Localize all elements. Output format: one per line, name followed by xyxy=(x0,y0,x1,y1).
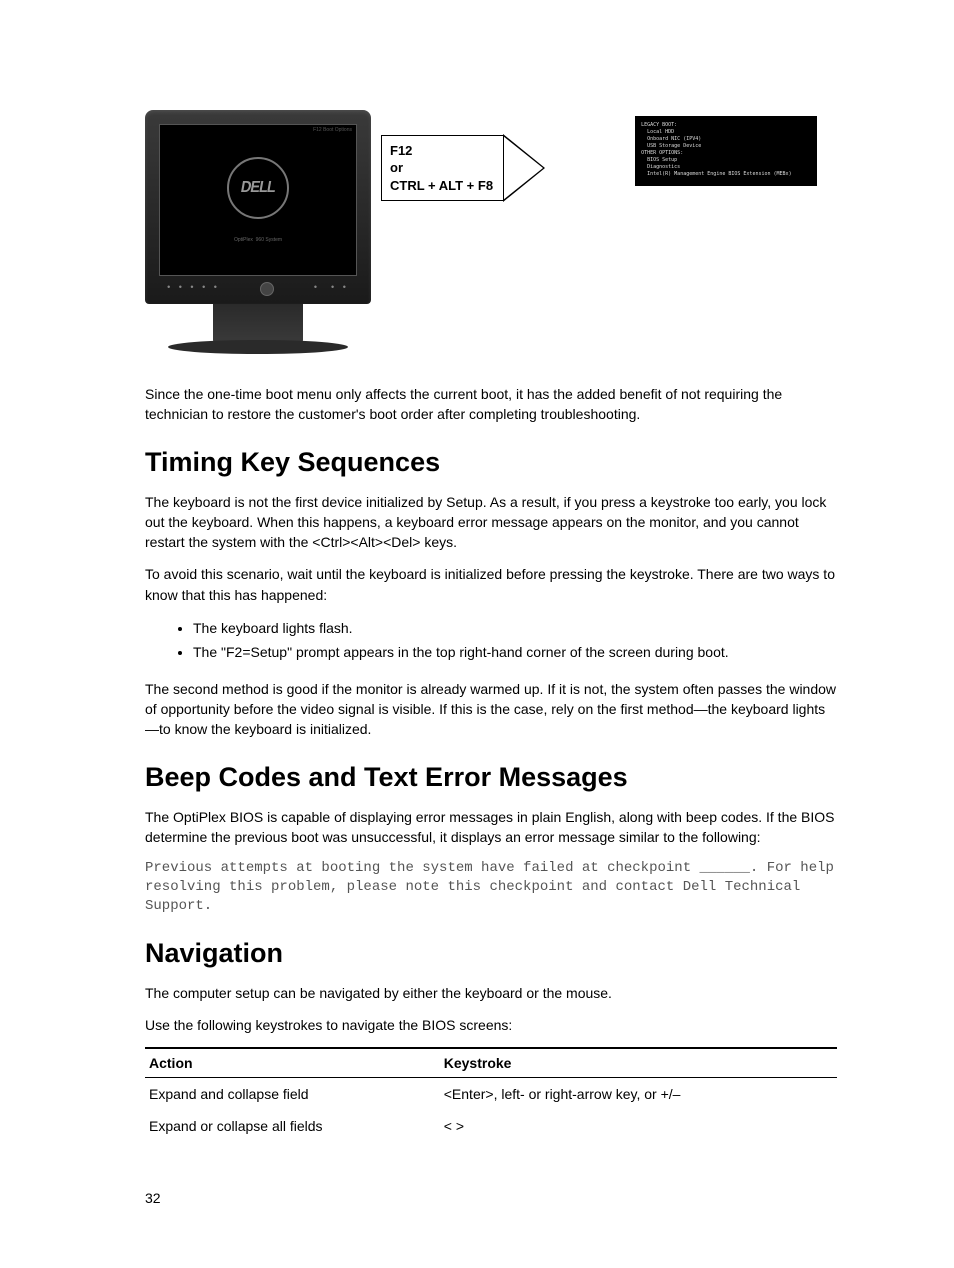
cell-action: Expand or collapse all fields xyxy=(145,1110,440,1142)
arrow-text-line2: or xyxy=(390,159,493,177)
document-page: F12 Boot Options DELL OptiPlex 960 Syste… xyxy=(0,0,954,1246)
page-number: 32 xyxy=(145,1190,837,1206)
cell-keystroke: < > xyxy=(440,1110,837,1142)
table-row: Expand or collapse all fields < > xyxy=(145,1110,837,1142)
bullet-2: The "F2=Setup" prompt appears in the top… xyxy=(193,641,837,665)
arrow-right-icon xyxy=(503,134,545,202)
intro-paragraph: Since the one-time boot menu only affect… xyxy=(145,384,837,425)
heading-timing: Timing Key Sequences xyxy=(145,447,837,478)
bios-boot-menu-screenshot: LEGACY BOOT: Local HDD Onboard NIC (IPV4… xyxy=(635,116,817,186)
beep-p1: The OptiPlex BIOS is capable of displayi… xyxy=(145,807,837,848)
th-action: Action xyxy=(145,1048,440,1078)
nav-p2: Use the following keystrokes to navigate… xyxy=(145,1015,837,1035)
heading-beep: Beep Codes and Text Error Messages xyxy=(145,762,837,793)
cell-keystroke: <Enter>, left- or right-arrow key, or +/… xyxy=(440,1078,837,1111)
table-row: Expand and collapse field <Enter>, left-… xyxy=(145,1078,837,1111)
th-keystroke: Keystroke xyxy=(440,1048,837,1078)
heading-navigation: Navigation xyxy=(145,938,837,969)
cell-action: Expand and collapse field xyxy=(145,1078,440,1111)
dell-monitor-illustration: F12 Boot Options DELL OptiPlex 960 Syste… xyxy=(145,110,371,356)
timing-p2: To avoid this scenario, wait until the k… xyxy=(145,564,837,605)
nav-p1: The computer setup can be navigated by e… xyxy=(145,983,837,1003)
dell-logo-icon: DELL xyxy=(227,157,289,219)
timing-bullets: The keyboard lights flash. The "F2=Setup… xyxy=(145,617,837,665)
arrow-text-line3: CTRL + ALT + F8 xyxy=(390,177,493,195)
bullet-1: The keyboard lights flash. xyxy=(193,617,837,641)
beep-code-block: Previous attempts at booting the system … xyxy=(145,859,837,916)
figure-row: F12 Boot Options DELL OptiPlex 960 Syste… xyxy=(145,110,837,356)
arrow-text-line1: F12 xyxy=(390,142,493,160)
keystroke-arrow: F12 or CTRL + ALT + F8 xyxy=(381,134,545,202)
timing-p3: The second method is good if the monitor… xyxy=(145,679,837,740)
timing-p1: The keyboard is not the first device ini… xyxy=(145,492,837,553)
navigation-table: Action Keystroke Expand and collapse fie… xyxy=(145,1047,837,1142)
